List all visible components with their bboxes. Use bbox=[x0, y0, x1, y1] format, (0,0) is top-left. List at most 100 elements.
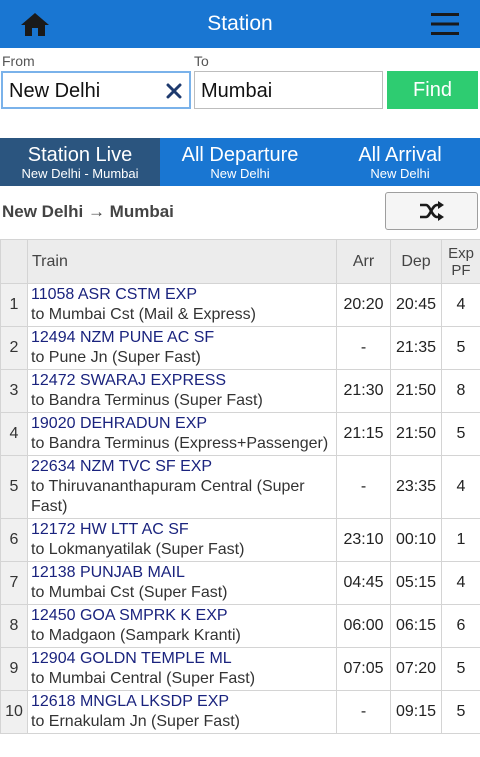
row-number: 3 bbox=[0, 369, 28, 413]
table-row[interactable]: 5 22634 NZM TVC SF EXP to Thiruvananthapu… bbox=[0, 455, 480, 519]
arrival-time: 21:30 bbox=[336, 369, 391, 413]
table-row[interactable]: 7 12138 PUNJAB MAIL to Mumbai Cst (Super … bbox=[0, 561, 480, 605]
to-station-input[interactable]: Mumbai bbox=[194, 71, 383, 109]
from-station-value: New Delhi bbox=[9, 80, 101, 102]
tab-subtitle: New Delhi bbox=[370, 165, 430, 181]
train-cell: 12450 GOA SMPRK K EXP to Madgaon (Sampark… bbox=[27, 604, 337, 648]
train-cell: 12618 MNGLA LKSDP EXP to Ernakulam Jn (Su… bbox=[27, 690, 337, 734]
page-title: Station bbox=[207, 12, 273, 35]
home-button[interactable] bbox=[10, 6, 60, 42]
tab-title: All Departure bbox=[181, 143, 299, 166]
table-row[interactable]: 1 11058 ASR CSTM EXP to Mumbai Cst (Mail … bbox=[0, 283, 480, 327]
arrival-time: - bbox=[336, 326, 391, 370]
tab-all-arrival[interactable]: All Arrival New Delhi bbox=[320, 138, 480, 186]
row-number: 10 bbox=[0, 690, 28, 734]
train-destination: to Mumbai Cst (Mail & Express) bbox=[31, 306, 256, 323]
arrival-time: 23:10 bbox=[336, 518, 391, 562]
train-cell: 12138 PUNJAB MAIL to Mumbai Cst (Super Fa… bbox=[27, 561, 337, 605]
departure-time: 23:35 bbox=[390, 455, 442, 519]
train-cell: 12472 SWARAJ EXPRESS to Bandra Terminus (… bbox=[27, 369, 337, 413]
header-dep: Dep bbox=[390, 239, 442, 284]
clear-from-button[interactable] bbox=[163, 79, 185, 103]
train-destination: to Mumbai Central (Super Fast) bbox=[31, 670, 256, 687]
tab-all-departure[interactable]: All Departure New Delhi bbox=[160, 138, 320, 186]
menu-button[interactable] bbox=[424, 8, 466, 40]
platform-number: 1 bbox=[441, 518, 480, 562]
find-button[interactable]: Find bbox=[387, 71, 478, 109]
platform-number: 8 bbox=[441, 369, 480, 413]
home-icon bbox=[21, 13, 49, 36]
train-name-link[interactable]: 12172 HW LTT AC SF bbox=[31, 520, 333, 540]
trains-table: Train Arr Dep Exp PF 1 11058 ASR CSTM EX… bbox=[0, 239, 480, 734]
departure-time: 21:50 bbox=[390, 412, 442, 456]
platform-number: 5 bbox=[441, 412, 480, 456]
departure-time: 05:15 bbox=[390, 561, 442, 605]
arrival-time: 06:00 bbox=[336, 604, 391, 648]
header-pf-line1: Exp bbox=[448, 244, 474, 262]
tab-bar: Station Live New Delhi - Mumbai All Depa… bbox=[0, 138, 480, 186]
header-arr: Arr bbox=[336, 239, 391, 284]
table-row[interactable]: 4 19020 DEHRADUN EXP to Bandra Terminus (… bbox=[0, 412, 480, 456]
departure-time: 06:15 bbox=[390, 604, 442, 648]
table-row[interactable]: 9 12904 GOLDN TEMPLE ML to Mumbai Central… bbox=[0, 647, 480, 691]
train-cell: 12494 NZM PUNE AC SF to Pune Jn (Super Fa… bbox=[27, 326, 337, 370]
close-icon bbox=[166, 83, 182, 99]
train-destination: to Thiruvananthapuram Central (Super Fas… bbox=[31, 478, 305, 515]
train-destination: to Bandra Terminus (Super Fast) bbox=[31, 392, 263, 409]
train-name-link[interactable]: 12450 GOA SMPRK K EXP bbox=[31, 606, 333, 626]
table-row[interactable]: 2 12494 NZM PUNE AC SF to Pune Jn (Super … bbox=[0, 326, 480, 370]
train-cell: 12904 GOLDN TEMPLE ML to Mumbai Central (… bbox=[27, 647, 337, 691]
arrival-time: 21:15 bbox=[336, 412, 391, 456]
table-row[interactable]: 10 12618 MNGLA LKSDP EXP to Ernakulam Jn … bbox=[0, 690, 480, 734]
train-name-link[interactable]: 12904 GOLDN TEMPLE ML bbox=[31, 649, 333, 669]
train-destination: to Bandra Terminus (Express+Passenger) bbox=[31, 435, 329, 452]
departure-time: 20:45 bbox=[390, 283, 442, 327]
platform-number: 5 bbox=[441, 647, 480, 691]
from-label: From bbox=[2, 53, 35, 69]
row-number: 6 bbox=[0, 518, 28, 562]
table-header-row: Train Arr Dep Exp PF bbox=[0, 239, 480, 284]
swap-stations-button[interactable] bbox=[385, 192, 478, 230]
train-name-link[interactable]: 22634 NZM TVC SF EXP bbox=[31, 457, 333, 477]
train-cell: 12172 HW LTT AC SF to Lokmanyatilak (Supe… bbox=[27, 518, 337, 562]
train-name-link[interactable]: 12618 MNGLA LKSDP EXP bbox=[31, 692, 333, 712]
from-station-input[interactable]: New Delhi bbox=[1, 71, 191, 109]
row-number: 5 bbox=[0, 455, 28, 519]
row-number: 8 bbox=[0, 604, 28, 648]
arrival-time: 04:45 bbox=[336, 561, 391, 605]
train-destination: to Lokmanyatilak (Super Fast) bbox=[31, 541, 245, 558]
tab-station-live[interactable]: Station Live New Delhi - Mumbai bbox=[0, 138, 160, 186]
train-name-link[interactable]: 19020 DEHRADUN EXP bbox=[31, 414, 333, 434]
arrival-time: - bbox=[336, 690, 391, 734]
row-number: 2 bbox=[0, 326, 28, 370]
train-name-link[interactable]: 12138 PUNJAB MAIL bbox=[31, 563, 333, 583]
train-name-link[interactable]: 12472 SWARAJ EXPRESS bbox=[31, 371, 333, 391]
table-row[interactable]: 3 12472 SWARAJ EXPRESS to Bandra Terminus… bbox=[0, 369, 480, 413]
shuffle-icon bbox=[419, 201, 444, 221]
tab-title: Station Live bbox=[27, 143, 133, 166]
hamburger-menu-icon bbox=[431, 13, 459, 35]
train-name-link[interactable]: 11058 ASR CSTM EXP bbox=[31, 285, 333, 305]
tab-subtitle: New Delhi - Mumbai bbox=[21, 165, 139, 181]
header-pf: Exp PF bbox=[441, 239, 480, 284]
train-destination: to Madgaon (Sampark Kranti) bbox=[31, 627, 241, 644]
train-name-link[interactable]: 12494 NZM PUNE AC SF bbox=[31, 328, 333, 348]
row-number: 9 bbox=[0, 647, 28, 691]
platform-number: 4 bbox=[441, 283, 480, 327]
departure-time: 07:20 bbox=[390, 647, 442, 691]
train-cell: 19020 DEHRADUN EXP to Bandra Terminus (Ex… bbox=[27, 412, 337, 456]
departure-time: 21:35 bbox=[390, 326, 442, 370]
top-app-bar: Station bbox=[0, 0, 480, 48]
departure-time: 21:50 bbox=[390, 369, 442, 413]
route-label: New Delhi → Mumbai bbox=[2, 202, 174, 221]
to-label: To bbox=[194, 53, 209, 69]
train-destination: to Pune Jn (Super Fast) bbox=[31, 349, 201, 366]
table-row[interactable]: 6 12172 HW LTT AC SF to Lokmanyatilak (Su… bbox=[0, 518, 480, 562]
platform-number: 4 bbox=[441, 455, 480, 519]
platform-number: 6 bbox=[441, 604, 480, 648]
table-row[interactable]: 8 12450 GOA SMPRK K EXP to Madgaon (Sampa… bbox=[0, 604, 480, 648]
platform-number: 5 bbox=[441, 690, 480, 734]
train-destination: to Mumbai Cst (Super Fast) bbox=[31, 584, 228, 601]
tab-subtitle: New Delhi bbox=[210, 165, 270, 181]
arrival-time: 07:05 bbox=[336, 647, 391, 691]
